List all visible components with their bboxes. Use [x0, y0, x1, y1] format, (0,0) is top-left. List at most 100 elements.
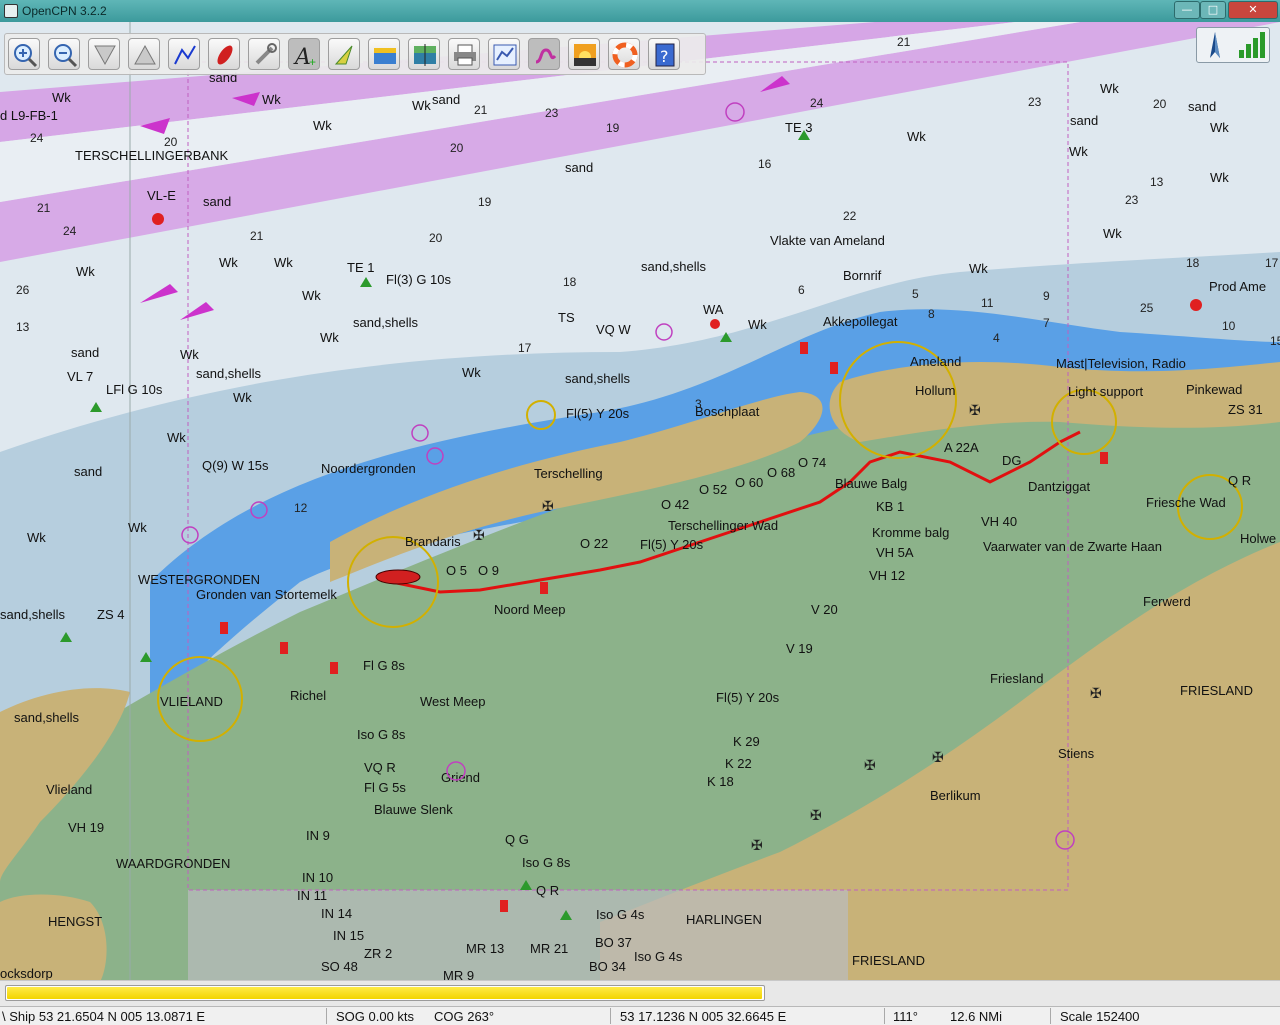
show-currents-button[interactable]	[328, 38, 360, 70]
svg-text:Wk: Wk	[748, 317, 767, 332]
label-vh5a: VH 5A	[876, 545, 914, 560]
show-text-button[interactable]: A +	[288, 38, 320, 70]
label-stiens: Stiens	[1058, 746, 1095, 761]
label-ocksdorp: ocksdorp	[0, 966, 53, 980]
label-lfb: d L9-FB-1	[0, 108, 58, 123]
label-flg5: Fl G 5s	[364, 780, 406, 795]
svg-text:Wk: Wk	[128, 520, 147, 535]
label-akkepollegat: Akkepollegat	[823, 314, 898, 329]
status-bar: \ Ship 53 21.6504 N 005 13.0871 E SOG 0.…	[0, 1006, 1280, 1025]
label-in15: IN 15	[333, 928, 364, 943]
label-noordergronden: Noordergronden	[321, 461, 416, 476]
label-so48: SO 48	[321, 959, 358, 974]
svg-text:19: 19	[478, 195, 492, 209]
help-icon: ?	[655, 43, 675, 67]
svg-text:Wk: Wk	[1210, 120, 1229, 135]
options-icon	[255, 43, 277, 65]
label-v19: V 19	[786, 641, 813, 656]
svg-text:20: 20	[429, 231, 443, 245]
minimize-button[interactable]: —	[1174, 1, 1200, 19]
svg-text:18: 18	[563, 275, 577, 289]
scale-up-button[interactable]	[128, 38, 160, 70]
help-button[interactable]: ?	[648, 38, 680, 70]
svg-text:Wk: Wk	[1210, 170, 1229, 185]
quilt-button[interactable]	[408, 38, 440, 70]
chart-canvas[interactable]: TERSCHELLINGERBANK WESTERGRONDEN VLIELAN…	[0, 22, 1280, 980]
show-tides-button[interactable]	[368, 38, 400, 70]
label-ameland: Ameland	[910, 354, 961, 369]
track-button[interactable]	[528, 38, 560, 70]
svg-text:✠: ✠	[751, 837, 763, 853]
svg-text:Wk: Wk	[180, 347, 199, 362]
label-brandaris: Brandaris	[405, 534, 461, 549]
svg-text:23: 23	[545, 106, 559, 120]
label-dantziggat: Dantziggat	[1028, 479, 1091, 494]
scale-down-icon	[94, 45, 116, 66]
svg-text:8: 8	[928, 307, 935, 321]
svg-text:Wk: Wk	[52, 90, 71, 105]
label-berlikum: Berlikum	[930, 788, 981, 803]
svg-text:Wk: Wk	[262, 92, 281, 107]
label-in10: IN 10	[302, 870, 333, 885]
status-separator	[884, 1008, 885, 1024]
svg-text:Wk: Wk	[219, 255, 238, 270]
options-button[interactable]	[248, 38, 280, 70]
opencpn-app-icon	[4, 4, 18, 18]
compass-widget[interactable]	[1196, 27, 1270, 63]
svg-text:5: 5	[912, 287, 919, 301]
print-button[interactable]	[448, 38, 480, 70]
label-blauwe-balg: Blauwe Balg	[835, 476, 907, 491]
label-gronden: Gronden van Stortemelk	[196, 587, 337, 602]
svg-text:sand,shells: sand,shells	[0, 607, 66, 622]
label-isog4-b: Iso G 4s	[634, 949, 683, 964]
bearing-to-cursor: 111°	[893, 1009, 918, 1024]
chart-scale: Scale 152400	[1060, 1009, 1140, 1024]
color-scheme-button[interactable]	[568, 38, 600, 70]
label-vh40: VH 40	[981, 514, 1017, 529]
label-holwerd: Holwe	[1240, 531, 1276, 546]
label-k18: K 18	[707, 774, 734, 789]
text-icon: A+	[293, 45, 316, 68]
track-icon	[535, 48, 557, 64]
label-blauwe-slenk: Blauwe Slenk	[374, 802, 453, 817]
label-wa: WA	[703, 302, 724, 317]
label-qr-east: Q R	[1228, 473, 1251, 488]
label-boschplaat: Boschplaat	[695, 404, 760, 419]
svg-text:Wk: Wk	[462, 365, 481, 380]
label-o42: O 42	[661, 497, 689, 512]
svg-text:3: 3	[695, 397, 702, 411]
label-lflg: LFl G 10s	[106, 382, 163, 397]
close-button[interactable]: ✕	[1228, 1, 1278, 19]
label-vlakte-van-ameland: Vlakte van Ameland	[770, 233, 885, 248]
svg-text:sand: sand	[203, 194, 231, 209]
route-manager-button[interactable]	[488, 38, 520, 70]
svg-text:Wk: Wk	[76, 264, 95, 279]
label-isog4: Iso G 4s	[596, 907, 645, 922]
svg-text:17: 17	[518, 341, 532, 355]
scale-down-button[interactable]	[88, 38, 120, 70]
label-fl5y-20s: Fl(5) Y 20s	[566, 406, 630, 421]
svg-text:24: 24	[30, 131, 44, 145]
label-hengst: HENGST	[48, 914, 102, 929]
label-o74: O 74	[798, 455, 826, 470]
label-q9w: Q(9) W 15s	[202, 458, 269, 473]
label-v20: V 20	[811, 602, 838, 617]
zoom-in-button[interactable]	[8, 38, 40, 70]
label-o68: O 68	[767, 465, 795, 480]
svg-text:6: 6	[798, 283, 805, 297]
man-overboard-button[interactable]	[608, 38, 640, 70]
svg-text:Wk: Wk	[1069, 144, 1088, 159]
print-icon	[454, 44, 476, 66]
svg-text:24: 24	[63, 224, 77, 238]
own-ship-icon[interactable]	[375, 569, 421, 585]
svg-text:20: 20	[450, 141, 464, 155]
create-route-button[interactable]	[168, 38, 200, 70]
svg-text:9: 9	[1043, 289, 1050, 303]
course-over-ground: COG 263°	[434, 1009, 495, 1024]
zoom-out-button[interactable]	[48, 38, 80, 70]
label-isog8-b: Iso G 8s	[522, 855, 571, 870]
maximize-button[interactable]: □	[1200, 1, 1226, 19]
auto-follow-button[interactable]	[208, 38, 240, 70]
label-vqr: VQ R	[364, 760, 396, 775]
label-zs31: ZS 31	[1228, 402, 1263, 417]
